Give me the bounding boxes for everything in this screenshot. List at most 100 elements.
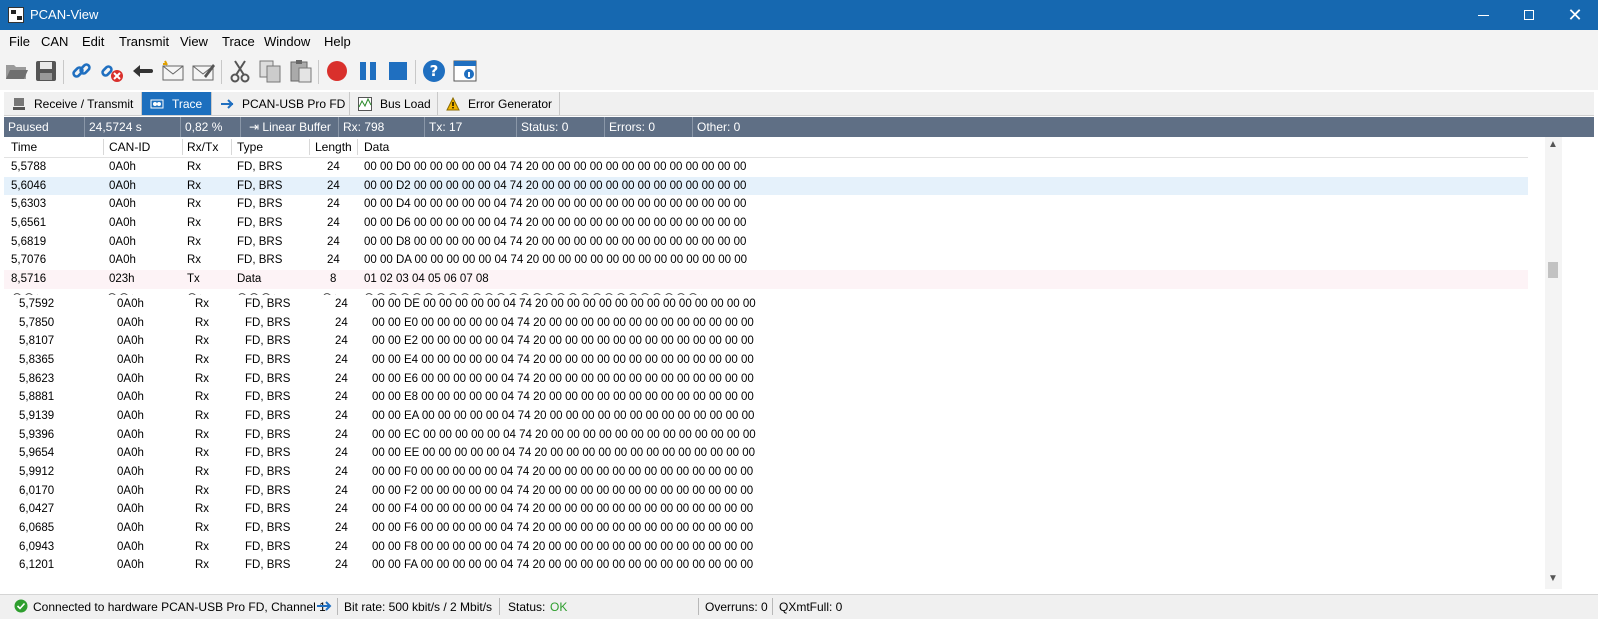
maximize-button[interactable] [1506, 0, 1552, 30]
cell-length: 24 [335, 372, 348, 385]
table-row[interactable]: 5,9396 0A0h Rx FD, BRS 24 00 00 EC 00 00… [4, 426, 1528, 445]
cell-rxtx: Rx [195, 466, 210, 478]
cell-length: 8 [330, 273, 337, 286]
minimize-button[interactable] [1460, 0, 1506, 30]
menu-view[interactable]: View [180, 34, 208, 49]
help-icon[interactable]: ? [421, 58, 447, 84]
table-row[interactable]: 6,0685 0A0h Rx FD, BRS 24 00 00 F6 00 00… [4, 519, 1528, 538]
table-row[interactable]: 6,0943 0A0h Rx FD, BRS 24 00 00 F8 00 00… [4, 538, 1528, 557]
stop-icon[interactable] [385, 58, 411, 84]
table-row[interactable]: 5,7592 0A0h Rx FD, BRS 24 00 00 DE 00 00… [4, 295, 1528, 314]
cell-length: 24 [335, 316, 348, 329]
trace-grid[interactable]: Time CAN-ID Rx/Tx Type Length Data 5,578… [4, 137, 1594, 589]
col-length[interactable]: Length [315, 140, 352, 154]
cell-length: 24 [335, 297, 348, 310]
info-icon[interactable] [452, 58, 478, 84]
table-row[interactable]: 5,7076 0A0h Rx FD, BRS 24 00 00 DA 00 00… [4, 251, 1528, 270]
table-row[interactable]: 6,1201 0A0h Rx FD, BRS 24 00 00 FA 00 00… [4, 556, 1528, 575]
disconnect-icon[interactable] [99, 58, 125, 84]
tab-label: Trace [172, 96, 203, 111]
save-icon[interactable] [33, 58, 59, 84]
col-data[interactable]: Data [364, 140, 389, 154]
table-row[interactable]: 6,0170 0A0h Rx FD, BRS 24 00 00 F2 00 00… [4, 482, 1528, 501]
record-icon[interactable] [324, 58, 350, 84]
scroll-thumb[interactable] [1548, 262, 1558, 278]
bus-status-value: OK [550, 600, 568, 614]
scroll-up-icon[interactable]: ▲ [1548, 139, 1558, 150]
table-row[interactable]: 5,9654 0A0h Rx FD, BRS 24 00 00 EE 00 00… [4, 444, 1528, 463]
connect-icon[interactable] [69, 58, 95, 84]
scroll-down-icon[interactable]: ▼ [1548, 573, 1558, 584]
cell-type: FD, BRS [245, 297, 291, 310]
table-row[interactable]: 5,6819 0A0h Rx FD, BRS 24 00 00 D8 00 00… [4, 233, 1528, 252]
cut-icon[interactable] [227, 58, 253, 84]
tab-trace[interactable]: Trace [142, 92, 212, 115]
col-can-id[interactable]: CAN-ID [109, 140, 150, 154]
cell-rxtx: Rx [195, 447, 210, 460]
cell-length: 24 [335, 540, 348, 553]
cell-length: 24 [335, 335, 348, 348]
tab-pcan-usb-pro-fd[interactable]: PCAN-USB Pro FD [212, 92, 350, 115]
cell-time: 5,8623 [19, 372, 55, 385]
table-row[interactable]: 5,7850 0A0h Rx FD, BRS 24 00 00 E0 00 00… [4, 314, 1528, 333]
menu-help[interactable]: Help [324, 34, 351, 49]
menu-can[interactable]: CAN [41, 34, 68, 49]
menu-trace[interactable]: Trace [222, 34, 255, 49]
new-message-icon[interactable] [160, 58, 186, 84]
table-row[interactable]: 8,5716 023h Tx Data 8 01 02 03 04 05 06 … [4, 270, 1528, 289]
cell-length: 24 [335, 466, 348, 478]
cell-can-id: 0A0h [109, 254, 136, 267]
cell-length: 24 [335, 522, 348, 535]
cell-time: 5,6046 [11, 179, 47, 192]
table-row[interactable]: 5,8623 0A0h Rx FD, BRS 24 00 00 E6 00 00… [4, 370, 1528, 389]
cell-length: 24 [327, 217, 340, 230]
cell-data: 00 00 EC 00 00 00 00 00 04 74 20 00 00 0… [372, 428, 756, 441]
col-type[interactable]: Type [237, 140, 263, 154]
table-row[interactable]: 5,9139 0A0h Rx FD, BRS 24 00 00 EA 00 00… [4, 407, 1528, 426]
col-rxtx[interactable]: Rx/Tx [187, 140, 218, 154]
tab-bus-load[interactable]: Bus Load [350, 92, 438, 115]
computer-icon [12, 97, 26, 111]
menu-edit[interactable]: Edit [82, 34, 104, 49]
col-time[interactable]: Time [11, 140, 37, 154]
cell-length: 24 [335, 503, 348, 516]
menu-window[interactable]: Window [264, 34, 310, 49]
table-row[interactable]: 5,9912 0A0h Rx FD, BRS 24 00 00 F0 00 00… [4, 463, 1528, 482]
menu-file[interactable]: File [9, 34, 30, 49]
tab-error-generator[interactable]: Error Generator [438, 92, 560, 115]
cell-rxtx: Rx [187, 254, 202, 267]
open-folder-icon[interactable] [4, 58, 30, 84]
cell-can-id: 0A0h [117, 372, 144, 385]
table-row[interactable]: 5,6303 0A0h Rx FD, BRS 24 00 00 D4 00 00… [4, 195, 1528, 214]
copy-icon[interactable] [257, 58, 283, 84]
table-row[interactable]: 5,8881 0A0h Rx FD, BRS 24 00 00 E8 00 00… [4, 388, 1528, 407]
table-row[interactable]: 6,0427 0A0h Rx FD, BRS 24 00 00 F4 00 00… [4, 500, 1528, 519]
tab-receive-transmit[interactable]: Receive / Transmit [4, 92, 142, 115]
cell-type: Data [237, 273, 262, 286]
cell-type: FD, BRS [237, 198, 283, 211]
reset-icon[interactable] [129, 58, 155, 84]
cell-length: 24 [327, 161, 340, 173]
cell-type: FD, BRS [245, 372, 291, 385]
pause-icon[interactable] [355, 58, 381, 84]
table-row[interactable]: 5,8107 0A0h Rx FD, BRS 24 00 00 E2 00 00… [4, 332, 1528, 351]
trace-buffer: ⇥ Linear Buffer [240, 117, 338, 137]
table-row[interactable]: 5,6561 0A0h Rx FD, BRS 24 00 00 D6 00 00… [4, 214, 1528, 233]
edit-message-icon[interactable] [190, 58, 216, 84]
cell-time: 6,0685 [19, 522, 55, 535]
cell-type: FD, BRS [245, 522, 291, 535]
cell-data: 00 00 F8 00 00 00 00 00 04 74 20 00 00 0… [372, 540, 754, 553]
cell-data: 00 00 D4 00 00 00 00 00 04 74 20 00 00 0… [364, 198, 747, 211]
vertical-scrollbar[interactable]: ▲ ▼ [1545, 137, 1562, 589]
cell-can-id: 0A0h [117, 522, 144, 535]
menu-transmit[interactable]: Transmit [119, 34, 169, 49]
table-row[interactable]: 5,6046 0A0h Rx FD, BRS 24 00 00 D2 00 00… [4, 176, 1528, 196]
close-button[interactable]: ✕ [1552, 0, 1598, 30]
cell-data: 00 00 EE 00 00 00 00 00 04 74 20 00 00 0… [372, 447, 756, 460]
paste-icon[interactable] [288, 58, 314, 84]
bus-status-label: Status: [508, 600, 546, 614]
cell-rxtx: Rx [195, 484, 210, 497]
table-row[interactable]: 5,5788 0A0h Rx FD, BRS 24 00 00 D0 00 00… [4, 158, 1528, 177]
cell-type: FD, BRS [245, 391, 291, 404]
table-row[interactable]: 5,8365 0A0h Rx FD, BRS 24 00 00 E4 00 00… [4, 351, 1528, 370]
